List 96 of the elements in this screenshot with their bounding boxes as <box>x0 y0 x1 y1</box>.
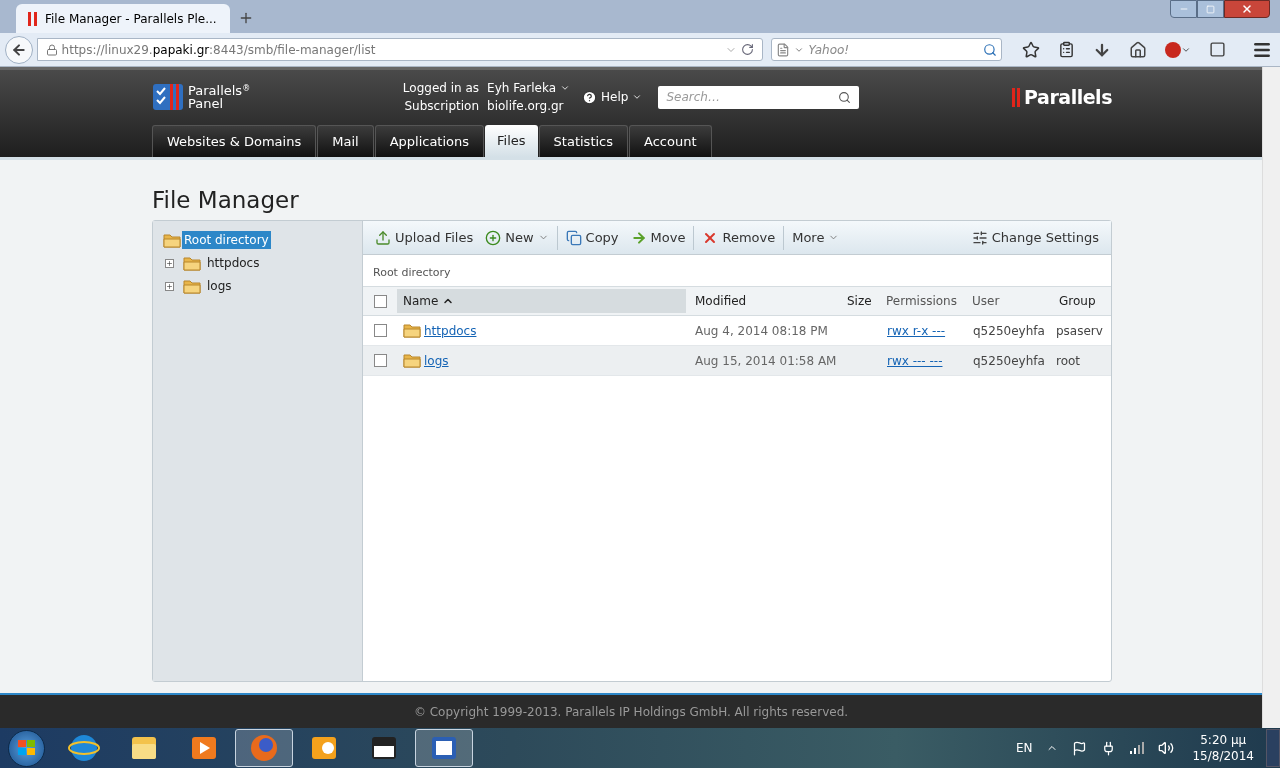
upload-icon <box>375 229 391 246</box>
window-icon[interactable] <box>1209 41 1226 58</box>
web-search-field[interactable]: Yahoo! <box>771 38 1002 61</box>
copy-icon <box>565 229 582 246</box>
logged-in-label: Logged in as <box>402 80 480 97</box>
search-icon[interactable] <box>983 42 997 57</box>
table-cell-text: root <box>1055 352 1082 370</box>
back-button[interactable] <box>5 35 33 64</box>
browser-tab[interactable]: File Manager - Parallels Ple... <box>16 4 230 33</box>
table-cell-text: Aug 4, 2014 08:18 PM <box>694 322 829 340</box>
page-title: File Manager <box>152 186 300 214</box>
minimize-button[interactable] <box>1170 0 1197 18</box>
expand-icon[interactable] <box>165 258 174 268</box>
table-cell-text: Aug 15, 2014 01:58 AM <box>694 352 838 370</box>
nav-tab[interactable]: Applications <box>374 125 485 157</box>
taskbar-app-button[interactable] <box>415 729 473 767</box>
brand-logo-icon <box>1012 87 1021 107</box>
permissions-link[interactable]: rwx --- --- <box>887 353 943 368</box>
column-header[interactable]: Permissions <box>880 289 966 313</box>
column-header[interactable]: Name <box>397 289 686 313</box>
checkbox[interactable] <box>373 324 387 337</box>
folder-icon <box>403 353 421 368</box>
toolbar-button[interactable]: New <box>479 225 555 250</box>
toolbar-button[interactable]: Copy <box>559 225 625 250</box>
search-icon <box>838 90 852 104</box>
folder-icon <box>183 255 201 271</box>
checkbox[interactable] <box>373 354 387 367</box>
settings-icon <box>971 229 988 246</box>
brand-name: Parallels <box>1024 84 1112 110</box>
search-placeholder: Search… <box>666 89 721 106</box>
clock-date[interactable]: 15/8/2014 <box>1192 748 1254 764</box>
language-indicator[interactable]: EN <box>1015 739 1033 757</box>
column-header[interactable]: Size <box>838 289 880 313</box>
table-cell-text: q5250eyhfa <box>972 352 1046 370</box>
tab-logo-icon <box>28 11 37 26</box>
flag-icon[interactable] <box>1072 740 1088 756</box>
tree-item[interactable]: httpdocs <box>205 254 262 272</box>
logo-text: Panel <box>188 97 225 110</box>
permissions-link[interactable]: rwx r-x --- <box>887 323 946 338</box>
checkbox[interactable] <box>373 294 387 308</box>
star-icon[interactable] <box>1022 40 1040 59</box>
nav-tab[interactable]: Files <box>485 125 538 157</box>
column-header[interactable]: Group <box>1050 289 1111 313</box>
signal-icon[interactable] <box>1130 742 1145 754</box>
toolbar-button[interactable]: Change Settings <box>965 225 1105 250</box>
volume-icon[interactable] <box>1158 740 1175 756</box>
folder-icon <box>183 278 201 294</box>
toolbar-button[interactable]: Move <box>624 225 692 250</box>
start-button[interactable] <box>8 729 45 767</box>
copyright-text: © Copyright 1999-2013. Parallels IP Holdings GmbH. All rights reserved. <box>413 703 849 721</box>
close-icon <box>1241 3 1253 15</box>
tab-title: File Manager - Parallels Ple... <box>45 10 217 28</box>
home-icon[interactable] <box>1129 40 1147 59</box>
clock-time[interactable]: 5:20 μμ <box>1200 732 1247 748</box>
breadcrumb: Root directory <box>372 264 452 281</box>
caret-icon <box>632 92 643 102</box>
tree-item[interactable]: Root directory <box>182 231 271 249</box>
user-menu[interactable]: Eyh Farleka <box>487 79 571 97</box>
folder-icon <box>403 323 421 338</box>
subscription-label: Subscription <box>403 98 480 115</box>
close-window-button[interactable] <box>1224 0 1270 18</box>
new-tab-icon[interactable] <box>238 10 254 26</box>
address-field[interactable]: https://linux29.papaki.gr:8443/smb/file-manager/list <box>36 38 764 61</box>
nav-tab[interactable]: Statistics <box>538 125 628 157</box>
expand-icon[interactable] <box>165 281 174 291</box>
column-header[interactable]: User <box>966 289 1050 313</box>
lock-icon <box>45 43 58 56</box>
toolbar-button[interactable]: Remove <box>696 225 782 250</box>
tree-item[interactable]: logs <box>205 277 234 295</box>
restore-button[interactable] <box>1197 0 1224 18</box>
reload-icon[interactable] <box>741 43 755 56</box>
panel-logo-icon <box>152 83 184 111</box>
search-placeholder: Yahoo! <box>808 41 851 59</box>
nav-tab[interactable]: Mail <box>317 125 374 157</box>
windows-logo-icon <box>17 740 36 756</box>
toolbar-button[interactable]: Upload Files <box>369 225 480 250</box>
url-text: https://linux29.papaki.gr:8443/smb/file-manager/list <box>61 41 377 59</box>
subscription-name: biolife.org.gr <box>487 98 565 115</box>
page-icon <box>776 42 791 57</box>
file-link[interactable]: httpdocs <box>424 321 477 340</box>
plus-icon <box>485 229 502 246</box>
file-link[interactable]: logs <box>424 351 449 370</box>
column-header[interactable]: Modified <box>686 289 838 313</box>
nav-tab[interactable]: Websites & Domains <box>152 125 317 157</box>
back-icon <box>10 41 27 58</box>
help-menu[interactable]: Help <box>582 88 643 106</box>
clipboard-icon[interactable] <box>1058 41 1075 58</box>
logo-text: Parallels$^{®}$ <box>188 84 251 97</box>
toolbar-button[interactable]: More <box>786 225 846 250</box>
table-cell-text: psaserv <box>1055 322 1104 340</box>
restore-icon <box>1206 4 1215 14</box>
nav-tab[interactable]: Account <box>629 125 712 157</box>
caret-icon <box>560 83 571 93</box>
table-cell-text: q5250eyhfa <box>972 322 1046 340</box>
folder-icon <box>163 232 181 248</box>
help-icon <box>582 89 598 105</box>
